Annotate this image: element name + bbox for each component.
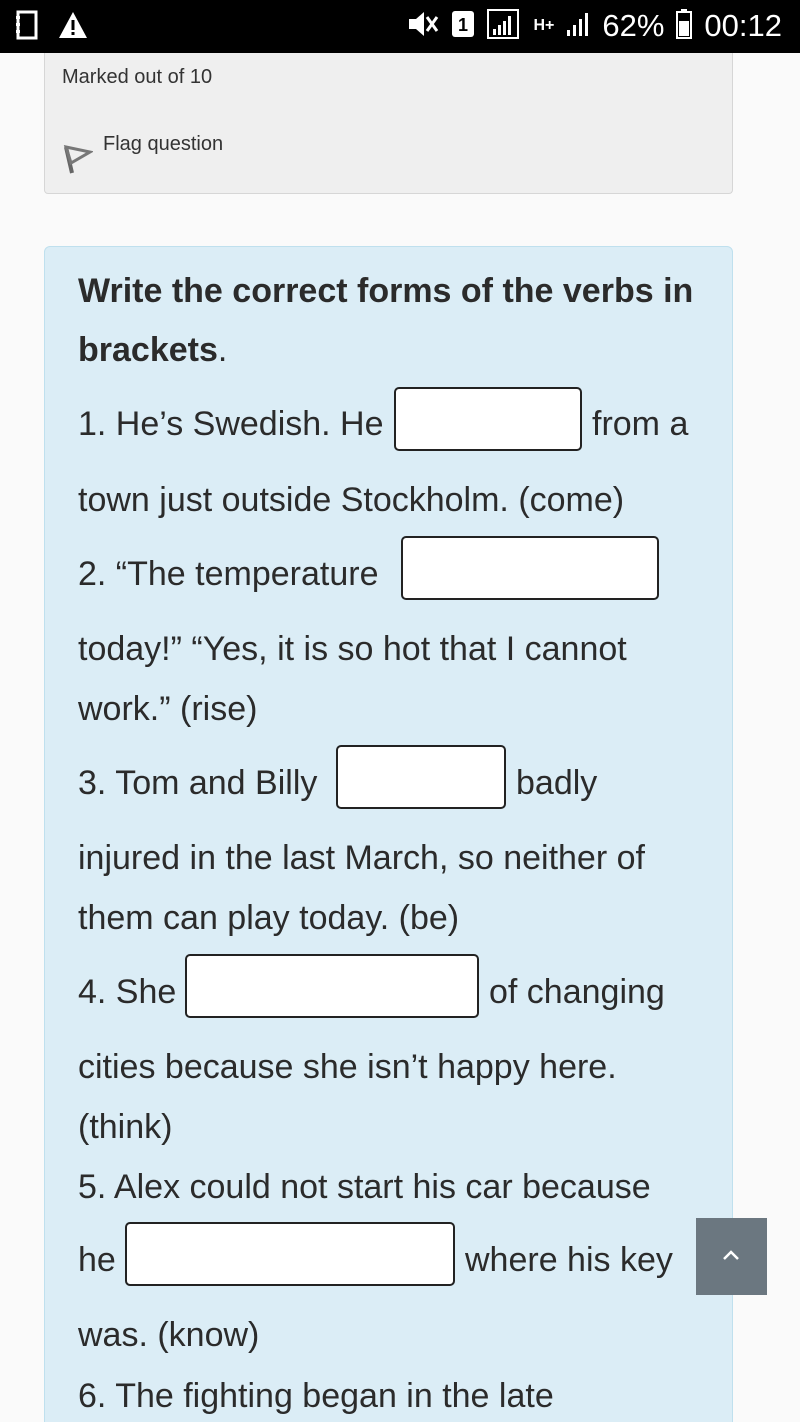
item-3-before: 3. Tom and Billy [78, 764, 318, 802]
answer-input-1[interactable] [394, 387, 582, 451]
battery-percent: 62% [602, 8, 665, 43]
item-5-line3: was. (know) [78, 1316, 260, 1354]
answer-input-5[interactable] [125, 1222, 455, 1286]
item-1-before: 1. He’s Swedish. He [78, 405, 384, 443]
network-type: H+ [533, 17, 555, 34]
chevron-up-icon[interactable] [721, 1248, 741, 1262]
clock: 00:12 [704, 8, 782, 43]
item-3-after: badly [516, 764, 598, 802]
svg-text:1: 1 [458, 15, 468, 35]
notes-icon [16, 10, 40, 45]
item-4-before: 4. She [78, 973, 177, 1011]
mute-icon [407, 9, 439, 44]
warning-icon [58, 11, 88, 44]
battery-icon [676, 8, 693, 44]
scroll-to-top-button[interactable] [696, 1218, 767, 1295]
marks-label: Marked out of 10 [62, 66, 213, 88]
question-info-panel: Marked out of 10 Flag question [44, 53, 733, 194]
flag-question-label[interactable]: Flag question [103, 133, 223, 156]
question-title: Write the correct forms of the verbs in [78, 272, 694, 310]
item-5-after: where his key [465, 1241, 673, 1279]
item-2-line3: work.” (rise) [78, 690, 258, 728]
item-1-line2: town just outside Stockholm. (come) [78, 481, 625, 519]
item-1-after: from a [592, 405, 689, 443]
item-3-line2: injured in the last March, so neither of [78, 839, 645, 877]
item-5-before: 5. Alex could not start his car because [78, 1168, 651, 1206]
item-4-after: of changing [489, 973, 665, 1011]
status-bar: 1 H+ 62% 00:12 [0, 0, 800, 53]
item-2-line2: today!” “Yes, it is so hot that I cannot [78, 630, 627, 668]
signal-strength-icon [566, 11, 590, 42]
item-4-line2: cities because she isn’t happy here. [78, 1048, 617, 1086]
flag-icon[interactable] [63, 143, 97, 179]
item-6-before: 6. The fighting began in the late [78, 1377, 554, 1415]
item-4-line3: (think) [78, 1108, 173, 1146]
answer-input-3[interactable] [336, 745, 506, 809]
answer-input-2[interactable] [401, 536, 659, 600]
question-title-line2: brackets. [78, 331, 228, 369]
flag-question-link[interactable]: Flag question [63, 133, 223, 179]
signal-icon [487, 8, 521, 44]
item-3-line3: them can play today. (be) [78, 899, 460, 937]
answer-input-4[interactable] [185, 954, 479, 1018]
item-2-before: 2. “The temperature [78, 555, 379, 593]
item-5-line2: he [78, 1241, 116, 1279]
sim-icon: 1 [451, 10, 475, 43]
